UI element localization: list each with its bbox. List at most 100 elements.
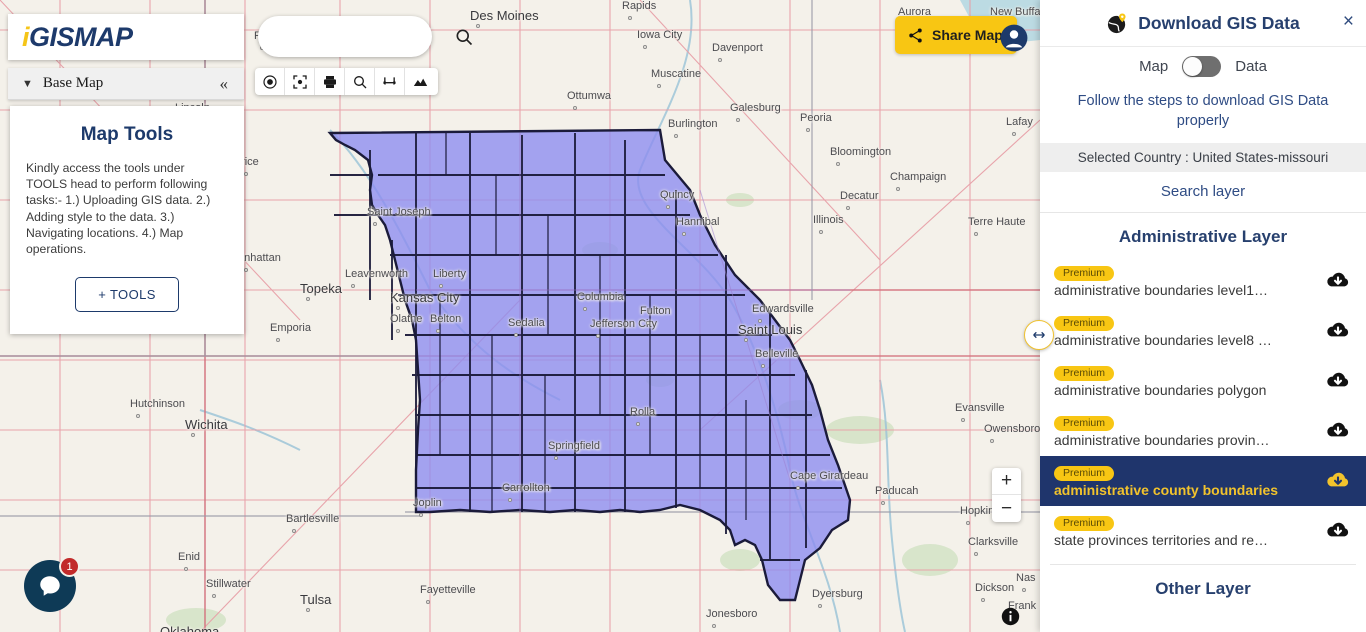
collapse-left-icon[interactable]: « — [220, 74, 229, 94]
fit-extent-icon[interactable] — [285, 68, 315, 95]
layer-row[interactable]: Premium administrative boundaries level1… — [1040, 256, 1366, 306]
premium-badge: Premium — [1054, 265, 1115, 281]
map-city-dot — [1012, 132, 1016, 136]
base-map-bar[interactable]: ▼ Base Map « — [8, 68, 244, 100]
map-city-dot — [836, 162, 840, 166]
premium-badge: Premium — [1054, 365, 1115, 381]
map-search-box[interactable] — [258, 16, 473, 57]
download-icon[interactable] — [1326, 270, 1350, 290]
map-tools-card: Map Tools Kindly access the tools under … — [10, 106, 244, 335]
map-city-dot — [990, 439, 994, 443]
map-city-dot — [514, 333, 518, 337]
search-icon[interactable] — [454, 27, 474, 47]
logo-text: iGISMAP — [22, 22, 133, 53]
map-city-dot — [718, 58, 722, 62]
download-icon[interactable] — [1326, 320, 1350, 340]
share-icon — [909, 28, 922, 42]
map-city-dot — [643, 45, 647, 49]
layer-info: Premium administrative boundaries provin… — [1054, 413, 1316, 448]
map-city-dot — [981, 598, 985, 602]
layer-row[interactable]: Premium administrative boundaries level8 … — [1040, 306, 1366, 356]
measure-distance-icon[interactable] — [375, 68, 405, 95]
logo-rest: GISMAP — [29, 21, 133, 52]
map-tool-strip[interactable] — [255, 68, 438, 95]
download-icon[interactable] — [1326, 420, 1350, 440]
app-logo[interactable]: iGISMAP — [8, 14, 244, 60]
panel-collapse-handle[interactable] — [1024, 320, 1054, 350]
map-city-dot — [896, 187, 900, 191]
locate-icon[interactable] — [255, 68, 285, 95]
map-data-switch[interactable] — [1182, 56, 1222, 77]
caret-down-icon[interactable]: ▼ — [22, 78, 33, 90]
layer-section-title: Other Layer — [1155, 579, 1251, 599]
logo-i-letter: i — [22, 21, 30, 52]
zoom-controls[interactable]: + − — [992, 468, 1021, 522]
map-city-dot — [292, 529, 296, 533]
map-city-dot — [419, 513, 423, 517]
print-icon[interactable] — [315, 68, 345, 95]
share-map-button[interactable]: Share Map — [895, 16, 1017, 54]
map-city-dot — [136, 414, 140, 418]
layer-info: Premium administrative boundaries level1… — [1054, 263, 1316, 298]
layer-name: state provinces territories and re… — [1054, 531, 1268, 548]
layer-list-scroll[interactable]: Administrative Layer Premium administrativ… — [1040, 213, 1366, 632]
search-layer-button[interactable]: Search layer — [1040, 172, 1366, 214]
globe-pin-icon — [1106, 12, 1129, 35]
map-city-dot — [628, 16, 632, 20]
map-city-dot — [646, 321, 650, 325]
map-city-dot — [306, 608, 310, 612]
map-city-dot — [744, 338, 748, 342]
layer-row[interactable]: Premium administrative boundaries provin… — [1040, 406, 1366, 456]
map-city-dot — [819, 230, 823, 234]
map-city-dot — [657, 84, 661, 88]
download-gis-data-panel: Download GIS Data × Map Data Follow the … — [1024, 0, 1366, 632]
map-city-dot — [508, 498, 512, 502]
layer-name: administrative boundaries level1… — [1054, 281, 1268, 298]
layer-name: administrative boundaries level8 … — [1054, 331, 1272, 348]
download-icon[interactable] — [1326, 520, 1350, 540]
layer-row[interactable]: Premium state provinces territories and r… — [1040, 506, 1366, 556]
map-city-dot — [806, 128, 810, 132]
map-city-dot — [476, 24, 480, 28]
zoom-out-button[interactable]: − — [992, 495, 1021, 522]
map-city-dot — [439, 284, 443, 288]
map-city-dot — [212, 594, 216, 598]
map-city-dot — [436, 329, 440, 333]
map-city-dot — [306, 297, 310, 301]
download-icon[interactable] — [1326, 470, 1350, 490]
map-city-dot — [974, 232, 978, 236]
add-tools-button[interactable]: + TOOLS — [75, 277, 179, 313]
arrow-left-right-icon — [1033, 331, 1045, 339]
steps-instruction: Follow the steps to download GIS Data pr… — [1077, 93, 1329, 129]
map-city-dot — [736, 118, 740, 122]
map-city-dot — [396, 306, 400, 310]
map-city-dot — [796, 486, 800, 490]
zoom-in-button[interactable]: + — [992, 468, 1021, 495]
map-attribution-info-button[interactable] — [1001, 607, 1020, 631]
map-city-dot — [596, 334, 600, 338]
user-avatar-button[interactable] — [1000, 24, 1028, 57]
search-input[interactable] — [258, 29, 454, 44]
info-icon — [1001, 607, 1020, 626]
selected-country-label: Selected Country : United States-missour… — [1040, 143, 1366, 173]
share-map-label: Share Map — [932, 27, 1003, 43]
map-city-dot — [758, 319, 762, 323]
avatar — [1000, 24, 1028, 52]
map-city-dot — [818, 604, 822, 608]
download-icon[interactable] — [1326, 370, 1350, 390]
chat-widget-button[interactable]: 1 — [24, 556, 80, 612]
panel-title: Download GIS Data — [1138, 12, 1300, 33]
map-city-dot — [961, 418, 965, 422]
toggle-label-data: Data — [1235, 58, 1267, 75]
map-city-dot — [712, 624, 716, 628]
map-city-dot — [573, 106, 577, 110]
zoom-search-icon[interactable] — [345, 68, 375, 95]
layer-row[interactable]: Premium administrative boundaries polygon — [1040, 356, 1366, 406]
layer-name: administrative county boundaries — [1054, 481, 1279, 498]
layer-row-selected[interactable]: Premium administrative county boundaries — [1040, 456, 1366, 507]
close-icon[interactable]: × — [1343, 12, 1354, 31]
layer-name: administrative boundaries polygon — [1054, 381, 1267, 398]
map-city-dot — [974, 552, 978, 556]
terrain-layers-icon[interactable] — [405, 68, 435, 95]
map-city-dot — [674, 134, 678, 138]
